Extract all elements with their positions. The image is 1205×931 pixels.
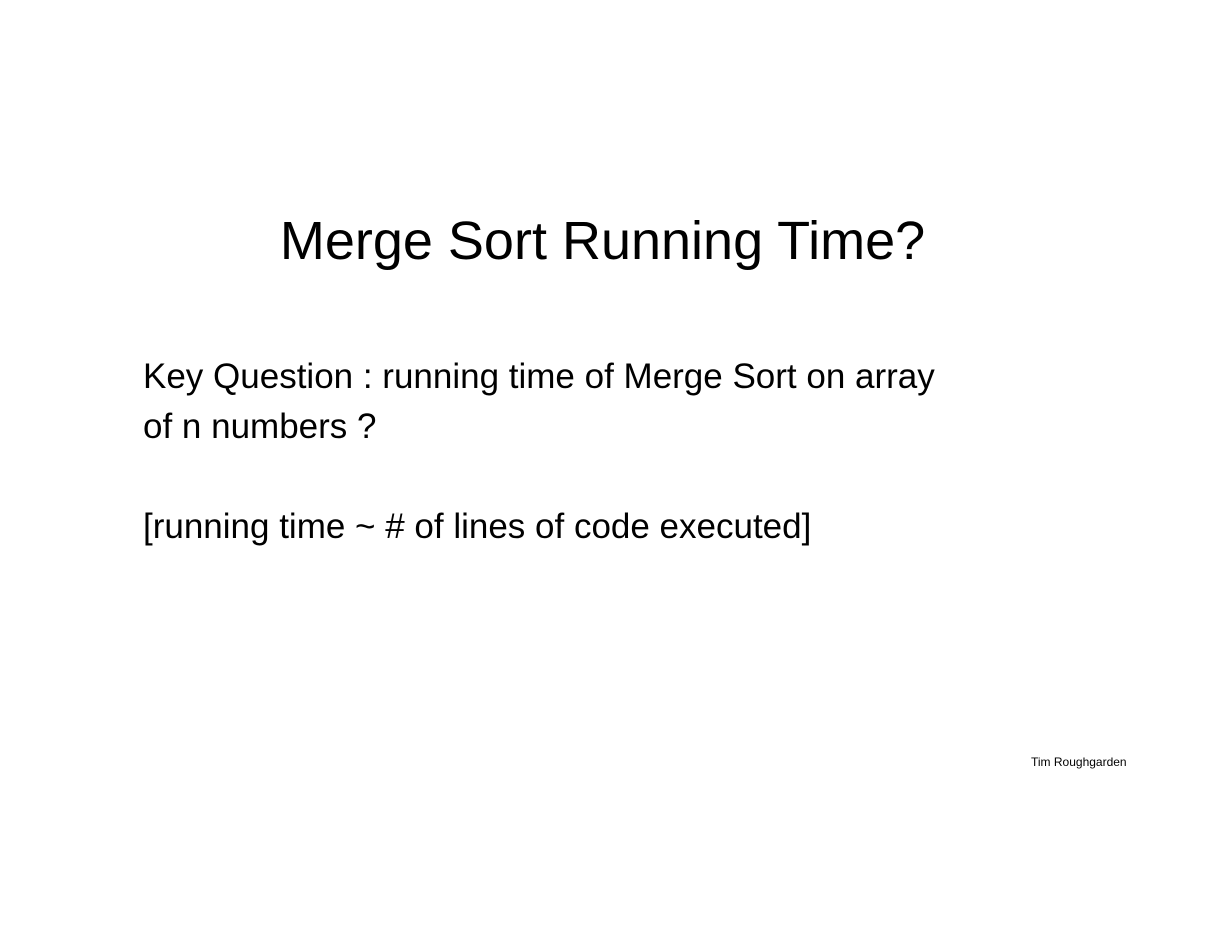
slide-body: Key Question : running time of Merge Sor… xyxy=(143,352,1063,552)
slide: Merge Sort Running Time? Key Question : … xyxy=(0,0,1205,931)
key-question-line-1: Key Question : running time of Merge Sor… xyxy=(143,357,935,396)
slide-title: Merge Sort Running Time? xyxy=(279,211,926,271)
key-question-line-2: of n numbers ? xyxy=(143,407,377,446)
running-time-note: [running time ~ # of lines of code execu… xyxy=(143,507,812,546)
author-credit: Tim Roughgarden xyxy=(1031,755,1127,769)
